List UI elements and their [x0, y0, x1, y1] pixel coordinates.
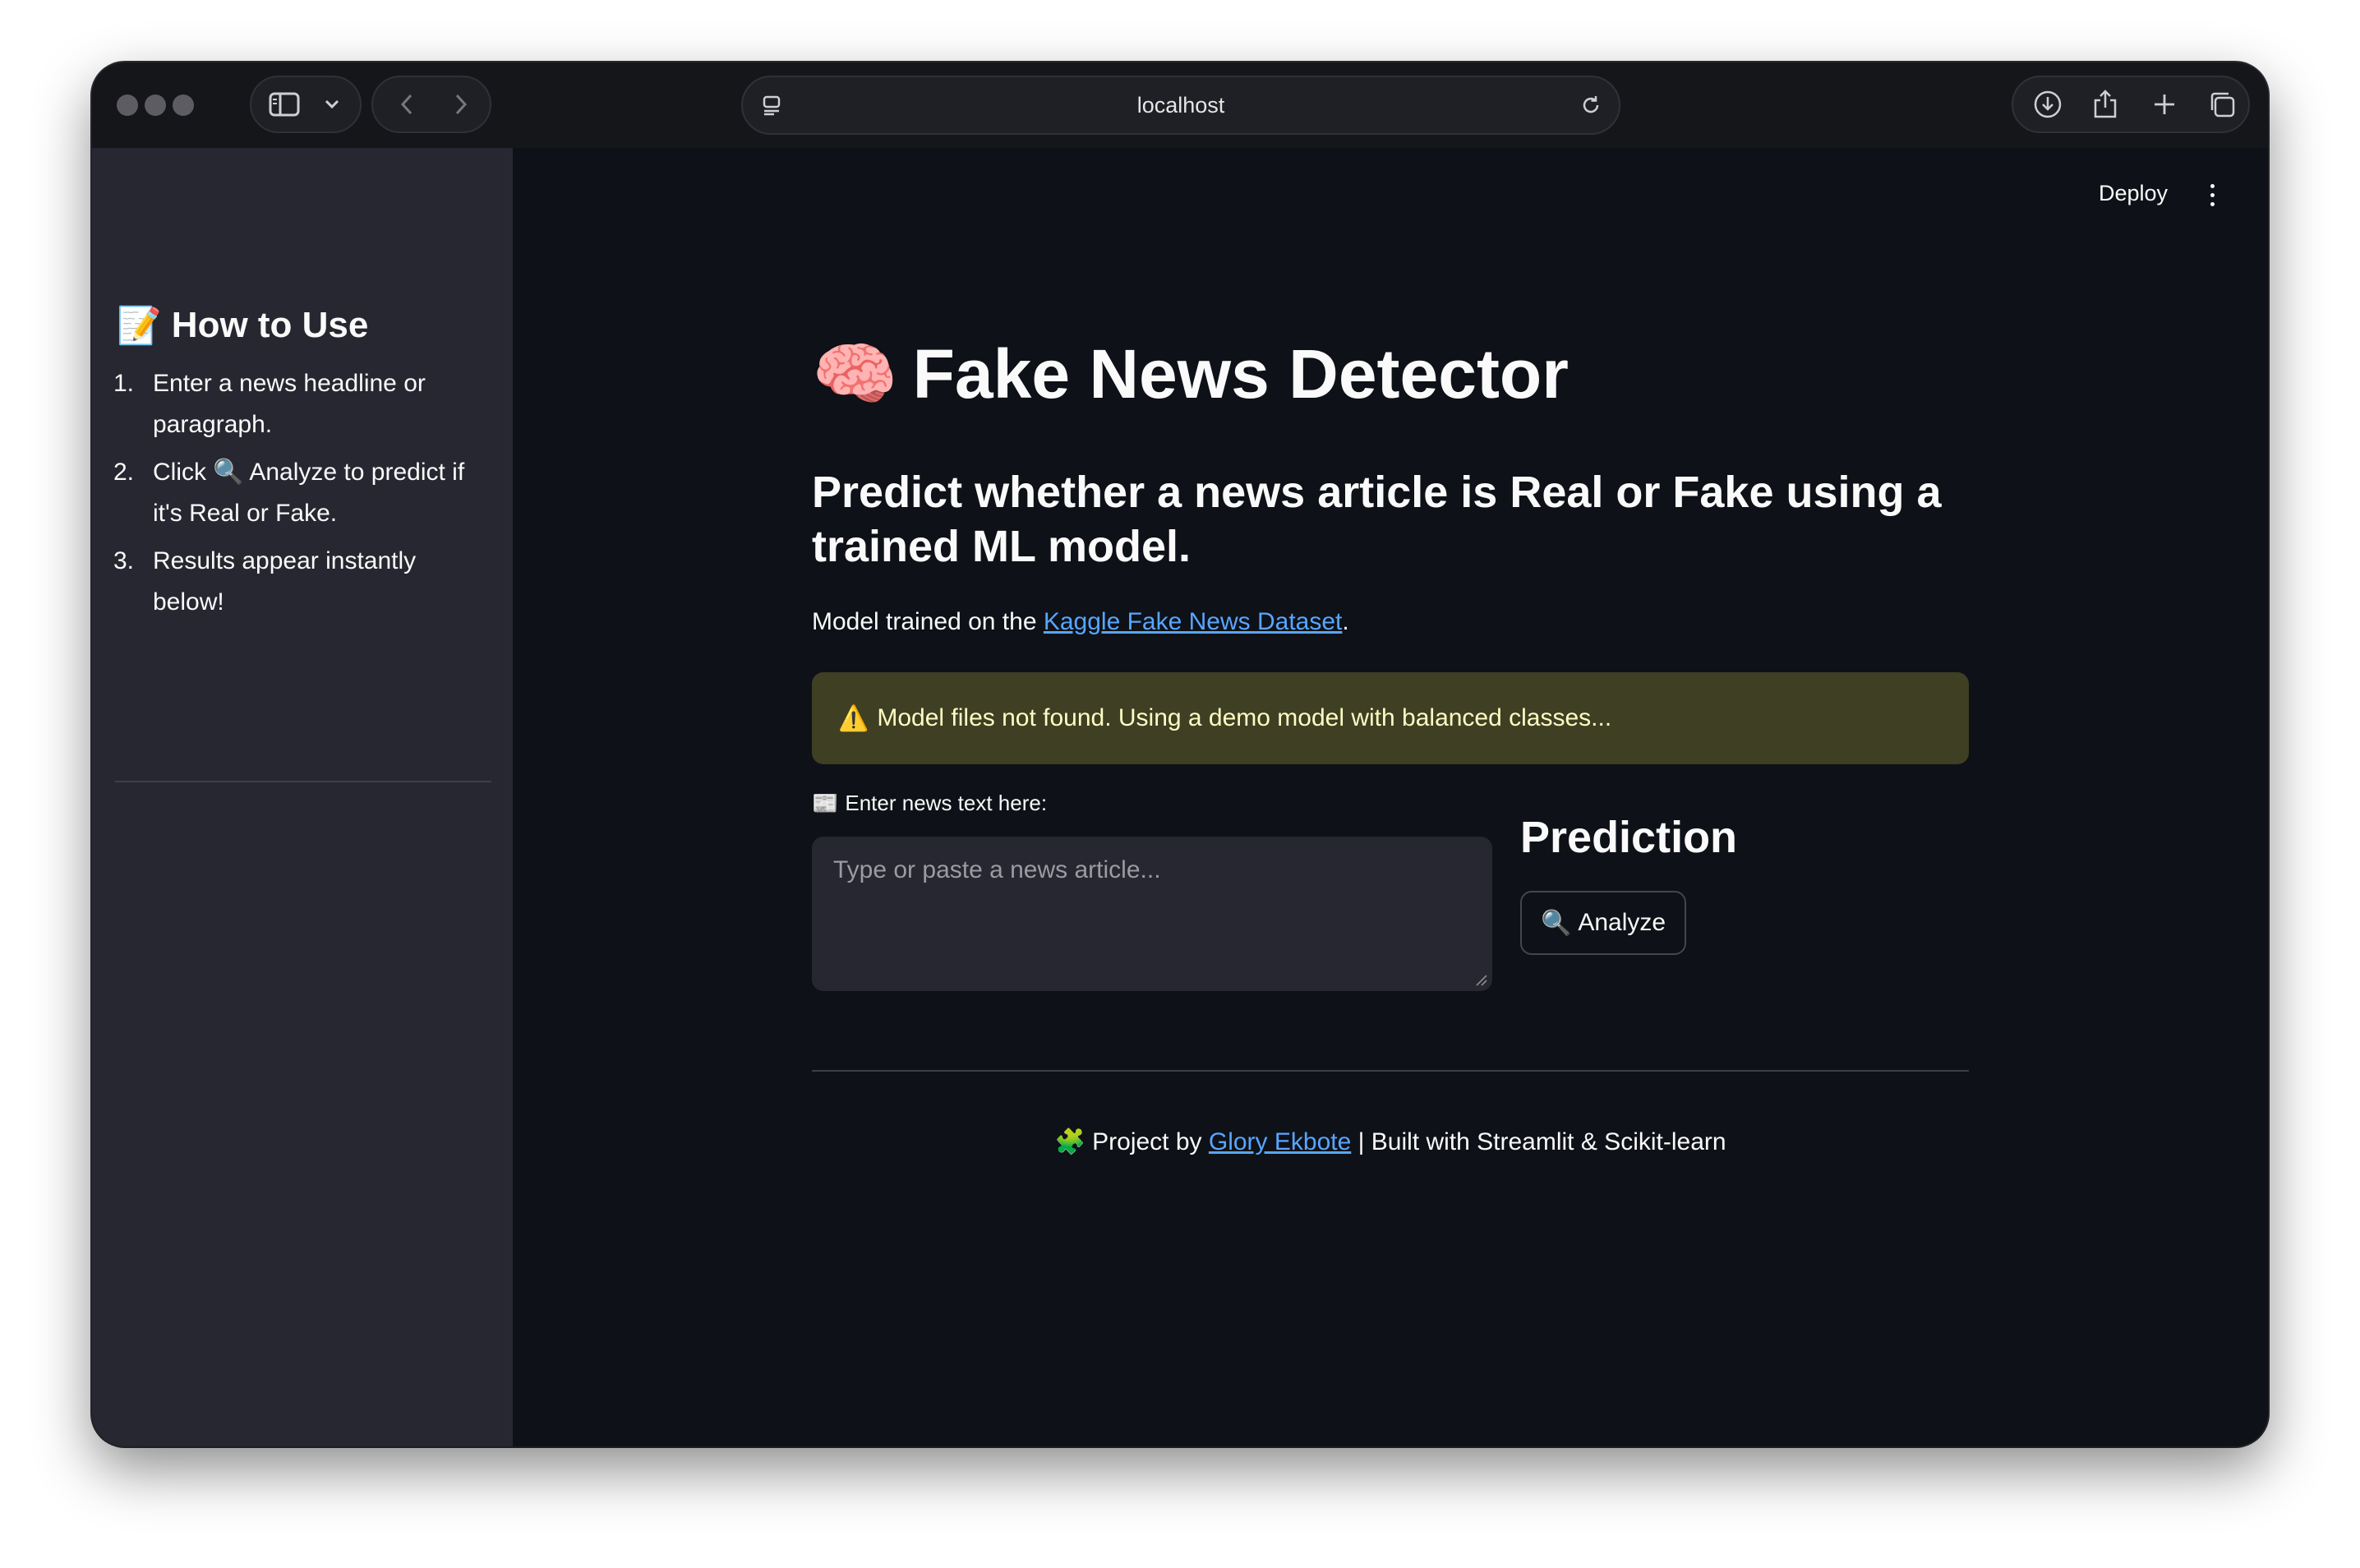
warning-alert: ⚠️ Model files not found. Using a demo m…: [812, 672, 1969, 764]
prediction-heading: Prediction: [1520, 813, 1738, 862]
browser-window: localhost 📝 How to Use 1. Enter a news h…: [92, 62, 2268, 1446]
news-input-label: 📰 Enter news text here:: [812, 791, 1047, 816]
sidebar-title: 📝 How to Use: [117, 304, 368, 347]
step-number: 3.: [113, 547, 135, 574]
tab-overview-icon[interactable]: [2201, 77, 2243, 131]
url-text: localhost: [1136, 92, 1225, 118]
back-arrow-icon[interactable]: [388, 77, 426, 131]
news-input-label-text: Enter news text here:: [845, 791, 1048, 815]
newspaper-icon: 📰: [812, 791, 839, 815]
chevron-down-icon[interactable]: [316, 77, 348, 131]
analyze-button[interactable]: 🔍 Analyze: [1520, 891, 1686, 955]
model-info: Model trained on the Kaggle Fake News Da…: [812, 608, 1349, 636]
puzzle-icon: 🧩: [1054, 1128, 1086, 1155]
navigation-group: [371, 76, 491, 133]
footer-prefix: Project by: [1092, 1128, 1202, 1155]
download-icon[interactable]: [2026, 77, 2069, 131]
step-number: 1.: [113, 370, 135, 397]
share-icon[interactable]: [2084, 77, 2127, 131]
content-divider: [812, 1070, 1969, 1072]
new-tab-plus-icon[interactable]: [2143, 77, 2186, 131]
dataset-link[interactable]: Kaggle Fake News Dataset: [1044, 608, 1343, 635]
list-item: 2. Click 🔍 Analyze to predict if it's Rea…: [113, 452, 491, 534]
warning-icon: ⚠️: [838, 704, 869, 732]
page-subtitle: Predict whether a news article is Real o…: [812, 468, 1942, 571]
close-window-button[interactable]: [117, 95, 138, 116]
app-sidebar: 📝 How to Use 1. Enter a news headline or …: [92, 148, 513, 1446]
brain-icon: 🧠: [812, 335, 898, 413]
step-text: Click 🔍 Analyze to predict if it's Real …: [153, 459, 465, 527]
sidebar-divider: [115, 781, 491, 782]
page-title-text: Fake News Detector: [912, 335, 1569, 413]
step-number: 2.: [113, 459, 135, 486]
address-bar[interactable]: localhost: [741, 76, 1620, 135]
reload-icon[interactable]: [1574, 77, 1607, 133]
sidebar-toggle-icon[interactable]: [265, 77, 304, 131]
warning-text: Model files not found. Using a demo mode…: [877, 704, 1612, 731]
zoom-window-button[interactable]: [173, 95, 194, 116]
resize-handle-icon[interactable]: [1474, 973, 1487, 986]
main-menu-kebab-icon[interactable]: [2209, 184, 2215, 209]
footer-suffix: | Built with Streamlit & Scikit-learn: [1357, 1128, 1726, 1155]
analyze-button-label: Analyze: [1578, 909, 1666, 936]
deploy-button[interactable]: Deploy: [2099, 181, 2168, 206]
footer: 🧩 Project by Glory Ekbote | Built with S…: [812, 1128, 1969, 1156]
instructions-list: 1. Enter a news headline or paragraph. 2.…: [113, 363, 491, 630]
sidebar-toggle-group: [250, 76, 362, 133]
news-text-input[interactable]: [812, 837, 1492, 991]
author-link[interactable]: Glory Ekbote: [1209, 1128, 1351, 1155]
browser-actions-group: [2012, 76, 2250, 133]
model-info-suffix: .: [1342, 608, 1349, 635]
page-title: 🧠 Fake News Detector: [812, 334, 1569, 415]
model-info-prefix: Model trained on the: [812, 608, 1037, 635]
magnifier-icon: 🔍: [1540, 909, 1572, 937]
browser-toolbar: localhost: [92, 62, 2268, 148]
sidebar-title-text: How to Use: [171, 305, 369, 345]
memo-icon: 📝: [117, 306, 162, 346]
minimize-window-button[interactable]: [145, 95, 166, 116]
list-item: 3. Results appear instantly below!: [113, 541, 491, 623]
step-text: Enter a news headline or paragraph.: [153, 370, 426, 438]
step-text: Results appear instantly below!: [153, 547, 417, 616]
forward-arrow-icon[interactable]: [442, 77, 480, 131]
list-item: 1. Enter a news headline or paragraph.: [113, 363, 491, 445]
